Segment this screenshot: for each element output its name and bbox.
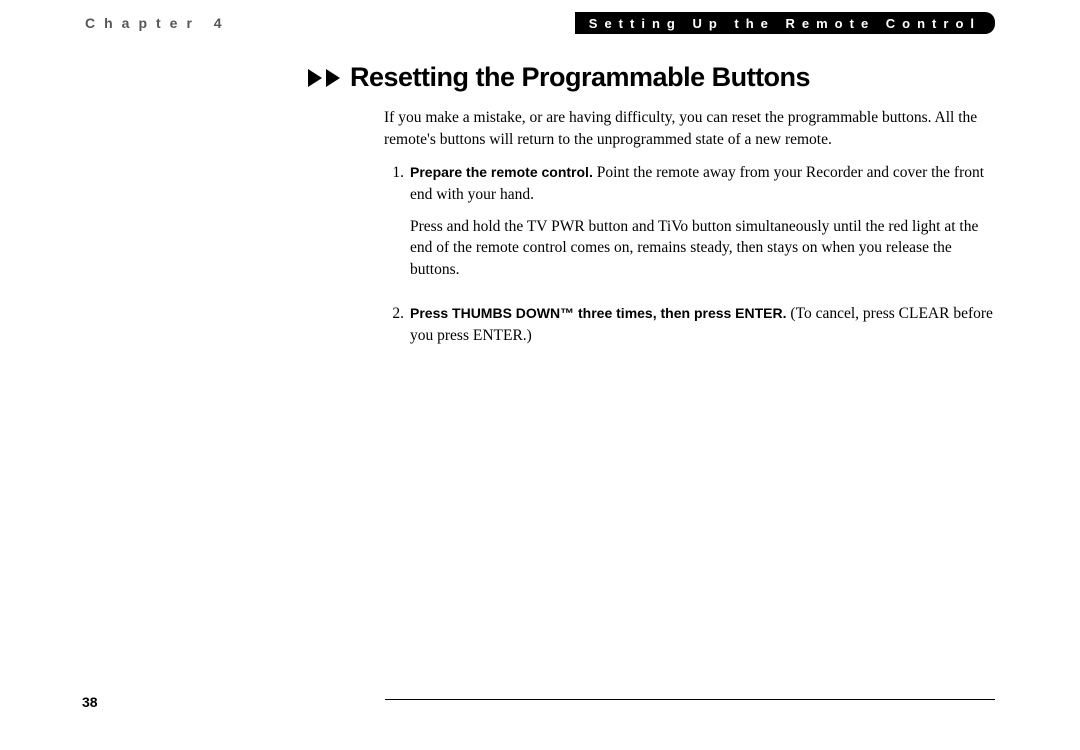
heading-row: Resetting the Programmable Buttons	[308, 62, 995, 93]
intro-paragraph: If you make a mistake, or are having dif…	[384, 107, 995, 150]
section-title-bar: Setting Up the Remote Control	[575, 12, 995, 34]
triangle-right-icon	[326, 69, 340, 87]
main-content: Resetting the Programmable Buttons If yo…	[310, 62, 995, 368]
step-paragraph: Press and hold the TV PWR button and TiV…	[410, 216, 995, 281]
step-paragraph: Prepare the remote control. Point the re…	[410, 162, 995, 205]
step-bold-lead: Press THUMBS DOWN™ three times, then pre…	[410, 305, 787, 321]
chapter-label: Chapter 4	[85, 15, 231, 31]
step-item: 2. Press THUMBS DOWN™ three times, then …	[384, 303, 995, 356]
section-heading: Resetting the Programmable Buttons	[350, 62, 810, 93]
step-number: 1.	[384, 162, 404, 290]
step-paragraph: Press THUMBS DOWN™ three times, then pre…	[410, 303, 995, 346]
document-page: Chapter 4 Setting Up the Remote Control …	[0, 0, 1080, 750]
page-number: 38	[82, 694, 98, 710]
steps-list: 1. Prepare the remote control. Point the…	[384, 162, 995, 356]
section-title: Setting Up the Remote Control	[589, 16, 981, 31]
page-header: Chapter 4 Setting Up the Remote Control	[85, 10, 995, 36]
step-body: Prepare the remote control. Point the re…	[410, 162, 995, 290]
triangle-right-icon	[308, 69, 322, 87]
step-body: Press THUMBS DOWN™ three times, then pre…	[410, 303, 995, 356]
step-number: 2.	[384, 303, 404, 356]
step-item: 1. Prepare the remote control. Point the…	[384, 162, 995, 290]
page-footer: 38	[82, 694, 995, 710]
step-bold-lead: Prepare the remote control.	[410, 164, 593, 180]
